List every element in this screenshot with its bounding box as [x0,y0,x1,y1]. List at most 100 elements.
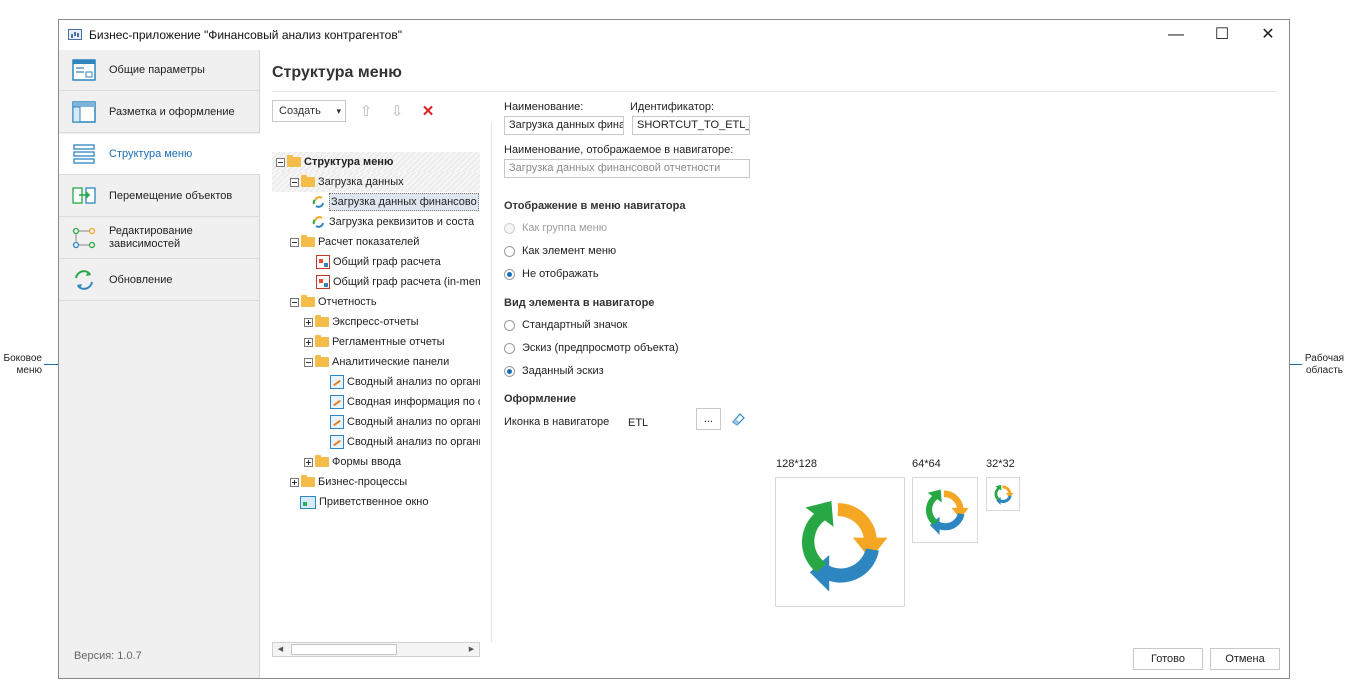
tree-item[interactable]: Регламентные отчеты [304,332,445,352]
app-icon [68,29,82,40]
tree-item[interactable]: Бизнес-процессы [290,472,407,492]
create-button-label: Создать [279,105,321,117]
tree-item[interactable]: Загрузка данных [272,172,480,192]
radio-label: Эскиз (предпросмотр объекта) [522,342,679,354]
tree-item[interactable]: Общий граф расчета (in-mem [316,272,480,292]
tree-item[interactable]: Аналитические панели [304,352,449,372]
maximize-button[interactable]: ☐ [1202,23,1242,47]
radio-label: Как элемент меню [522,245,617,257]
collapse-icon[interactable] [276,157,285,167]
delete-icon[interactable]: ✕ [418,102,438,122]
scroll-thumb[interactable] [291,644,397,655]
radio-preview[interactable]: Эскиз (предпросмотр объекта) [504,340,679,356]
dependencies-icon [72,227,96,249]
scroll-right-icon[interactable]: ▶ [464,643,479,656]
radio-circle [504,365,515,377]
sidebar-item-move-objects[interactable]: Перемещение объектов [59,176,259,217]
tree-item-label: Расчет показателей [318,236,420,248]
sidebar-item-label: Редактирование зависимостей [109,225,193,250]
tree-item[interactable]: Отчетность [290,292,377,312]
size-label-128: 128*128 [776,458,817,470]
sidebar-item-general[interactable]: Общие параметры [59,50,259,91]
minimize-button[interactable]: — [1156,23,1196,47]
collapse-icon[interactable] [290,297,299,307]
collapse-icon[interactable] [304,357,313,367]
folder-icon [301,175,315,188]
layout-icon [72,101,96,123]
expand-icon[interactable] [304,317,313,327]
radio-custom-thumbnail[interactable]: Заданный эскиз [504,363,604,379]
preview-32 [986,477,1020,511]
radio-circle [504,222,515,234]
collapse-icon[interactable] [290,177,299,187]
tree-item[interactable]: Сводный анализ по органи [330,372,480,392]
workspace-callout-label: Рабочая область [1304,353,1345,376]
tree-item-selected[interactable]: Загрузка данных финансово [312,192,479,212]
nav-name-input[interactable]: Загрузка данных финансовой отчетности [504,159,750,178]
expand-icon[interactable] [290,477,299,487]
collapse-icon[interactable] [290,237,299,247]
move-down-icon[interactable]: ⇩ [387,102,407,122]
folder-icon [315,315,329,328]
icon-value: ETL [628,417,649,429]
tree-item[interactable]: Приветственное окно [300,492,429,512]
tree-item-label: Сводная информация по о [347,396,480,408]
tree-item[interactable]: Экспресс-отчеты [304,312,419,332]
tree-item-label: Экспресс-отчеты [332,316,419,328]
move-up-icon[interactable]: ⇧ [356,102,376,122]
sidebar-item-label: Общие параметры [109,64,205,76]
window-title: Бизнес-приложение "Финансовый анализ кон… [89,28,402,42]
ok-button[interactable]: Готово [1133,648,1203,670]
display-section-title: Отображение в меню навигатора [504,200,686,212]
eraser-icon[interactable] [729,410,747,428]
close-button[interactable]: ✕ [1248,23,1288,47]
name-input[interactable]: Загрузка данных фина [504,116,624,135]
tree-item[interactable]: Расчет показателей [290,232,419,252]
tree-item[interactable]: Формы ввода [304,452,401,472]
preview-128 [775,477,905,607]
refresh-icon [75,270,93,290]
id-input[interactable]: SHORTCUT_TO_ETL_F [632,116,750,135]
dashboard-icon [330,415,344,430]
radio-circle [504,342,515,354]
panel-divider [491,122,492,642]
tree-item-label: Структура меню [304,156,394,168]
radio-hidden[interactable]: Не отображать [504,266,599,282]
menu-tree: Структура меню Загрузка данных Загрузка … [272,130,480,610]
expand-icon[interactable] [304,457,313,467]
sidebar-item-refresh[interactable]: Обновление [59,260,259,301]
browse-icon-button[interactable]: ... [696,408,721,430]
tree-item[interactable]: Сводный анализ по органи [330,412,480,432]
app-window: Бизнес-приложение "Финансовый анализ кон… [58,19,1290,679]
create-button[interactable]: Создать ▾ [272,100,346,122]
tree-item[interactable]: Загрузка реквизитов и соста [312,212,474,232]
folder-icon [287,155,301,168]
refresh-cycle-icon [925,489,969,535]
radio-standard-icon[interactable]: Стандартный значок [504,317,627,333]
calc-graph-icon [316,255,330,270]
title-bar: Бизнес-приложение "Финансовый анализ кон… [59,20,1289,50]
window-params-icon [72,59,96,81]
sidebar-item-menu-structure[interactable]: Структура меню [59,134,260,175]
tree-item[interactable]: Общий граф расчета [316,252,441,272]
etl-icon [312,196,324,208]
expand-icon[interactable] [304,337,313,347]
tree-item-label: Сводный анализ по органи [347,376,480,388]
tree-horizontal-scrollbar[interactable]: ◀ ▶ [272,642,480,657]
tree-item-label: Приветственное окно [319,496,429,508]
tree-item[interactable]: Сводная информация по о [330,392,480,412]
sidebar-item-layout[interactable]: Разметка и оформление [59,92,259,133]
radio-menu-group[interactable]: Как группа меню [504,220,607,236]
scroll-left-icon[interactable]: ◀ [273,643,288,656]
tree-item-label: Отчетность [318,296,377,308]
folder-icon [301,475,315,488]
dashboard-icon [330,375,344,390]
tree-item[interactable]: Структура меню [272,152,480,172]
dashboard-icon [330,395,344,410]
tree-item[interactable]: Сводный анализ по органи [330,432,480,452]
cancel-button[interactable]: Отмена [1210,648,1280,670]
radio-menu-item[interactable]: Как элемент меню [504,243,616,259]
refresh-cycle-icon [994,484,1014,506]
sidebar-item-dependencies[interactable]: Редактирование зависимостей [59,218,259,259]
radio-circle [504,319,515,331]
